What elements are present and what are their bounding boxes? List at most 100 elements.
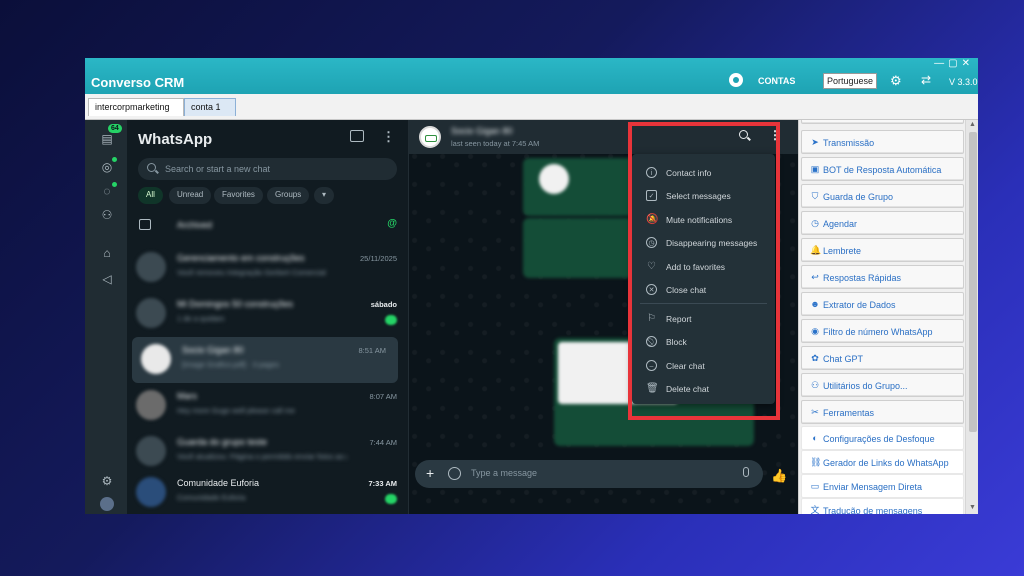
panel-button-transmissao[interactable]: ➤ Transmissão xyxy=(801,130,964,154)
sticker-icon[interactable] xyxy=(448,467,461,480)
reply-icon: ↩ xyxy=(811,272,819,282)
panel-button-chatgpt[interactable]: ✿ Chat GPT xyxy=(801,346,964,370)
archive-icon xyxy=(139,219,151,230)
chat-avatar xyxy=(136,298,166,328)
panel-button-agendar[interactable]: ◷ Agendar xyxy=(801,211,964,235)
app-window: Converso CRM CONTAS Portuguese ⚙ ⇄ V 3.3… xyxy=(85,58,978,514)
filter-groups[interactable]: Groups xyxy=(267,187,310,204)
panel-link-traducao[interactable]: 文 Tradução de mensagens xyxy=(801,498,964,514)
scrollbar-thumb[interactable] xyxy=(969,132,977,432)
chat-snippet: [Image Grafico.pdf] · 3 pages xyxy=(182,360,280,369)
chat-avatar xyxy=(141,344,171,374)
megaphone-icon[interactable]: ◁ xyxy=(99,272,115,286)
chat-row[interactable]: Mars Hey more Gugo well please call me 8… xyxy=(127,383,409,429)
panel-button-lembrete[interactable]: 🔔 Lembrete xyxy=(801,238,964,262)
panel-scrollbar[interactable]: ▲ ▼ xyxy=(965,120,978,514)
window-controls[interactable]: —▢✕ xyxy=(934,58,974,69)
title-bar: Converso CRM CONTAS Portuguese ⚙ ⇄ V 3.3… xyxy=(85,58,978,94)
chat-avatar xyxy=(136,252,166,282)
version-label: V 3.3.0 xyxy=(949,77,978,87)
crm-tools-panel: ➤ Transmissão ▣ BOT de Resposta Automática… xyxy=(798,120,978,514)
search-icon xyxy=(147,163,156,172)
filter-more[interactable]: ▾ xyxy=(314,187,335,204)
unread-count xyxy=(385,315,397,325)
archived-label: Archived xyxy=(177,220,213,230)
app-title: Converso CRM xyxy=(91,75,185,90)
gear-icon[interactable]: ⚙ xyxy=(890,73,902,89)
thumbs-up-icon[interactable]: 👍 xyxy=(771,468,787,484)
channels-dot xyxy=(112,182,117,187)
tab-conta-1[interactable]: conta 1 xyxy=(184,98,236,116)
filter-icon: ◉ xyxy=(811,326,819,336)
scroll-down-icon[interactable]: ▼ xyxy=(969,504,976,511)
mention-badge: @ xyxy=(387,218,397,229)
link-preview-image xyxy=(539,164,569,194)
user-icon: ☻ xyxy=(810,299,820,309)
last-seen: last seen today at 7:45 AM xyxy=(451,139,540,148)
status-icon[interactable]: ◎ xyxy=(99,160,115,174)
chat-avatar xyxy=(136,436,166,466)
chat-row[interactable]: Guarda do grupo teste Você atualizou: Pá… xyxy=(127,429,409,475)
new-chat-icon[interactable] xyxy=(350,130,364,142)
mic-icon[interactable] xyxy=(743,467,749,477)
bot-icon: ▣ xyxy=(810,164,820,174)
chat-snippet: Comunidade Euforia xyxy=(177,493,246,502)
search-input[interactable]: Search or start a new chat xyxy=(138,158,397,180)
contact-avatar[interactable] xyxy=(419,126,441,148)
message-composer[interactable]: + Type a message xyxy=(415,460,763,488)
profile-avatar[interactable] xyxy=(100,497,114,511)
chat-row[interactable]: Comunidade Euforia Comunidade Euforia 7:… xyxy=(127,470,409,514)
chat-row[interactable]: Gerenciamento em construções Você remove… xyxy=(127,245,409,291)
panel-link-gerador[interactable]: ⛓ Gerador de Links do WhatsApp xyxy=(801,450,964,474)
community-name: Comunidade Euforia xyxy=(177,478,260,488)
contas-button[interactable]: CONTAS xyxy=(758,76,795,86)
tab-intercorpmarketing[interactable]: intercorpmarketing xyxy=(88,98,184,116)
chat-time: sábado xyxy=(370,300,397,309)
unread-count xyxy=(385,494,397,504)
swap-icon[interactable]: ⇄ xyxy=(921,73,931,87)
status-dot xyxy=(112,157,117,162)
chat-time: 8:07 AM xyxy=(369,392,397,401)
link-icon: ⛓ xyxy=(810,457,822,467)
chat-time: 7:33 AM xyxy=(368,479,397,488)
panel-button-utilitarios[interactable]: ⚇ Utilitários do Grupo... xyxy=(801,373,964,397)
settings-icon[interactable]: ⚙ xyxy=(99,474,115,488)
search-placeholder: Search or start a new chat xyxy=(165,164,271,174)
chat-time: 8:51 AM xyxy=(358,346,386,355)
archived-row[interactable]: Archived @ xyxy=(127,215,409,241)
group-icon: ⚇ xyxy=(810,380,820,390)
panel-button-filtro[interactable]: ◉ Filtro de número WhatsApp xyxy=(801,319,964,343)
panel-button-bot[interactable]: ▣ BOT de Resposta Automática xyxy=(801,157,964,181)
scroll-up-icon[interactable]: ▲ xyxy=(969,121,976,128)
panel-button-ferramentas[interactable]: ✂ Ferramentas xyxy=(801,400,964,424)
menu-icon[interactable]: ⋮ xyxy=(382,129,395,145)
store-icon[interactable]: ⌂ xyxy=(99,246,115,260)
filter-unread[interactable]: Unread xyxy=(169,187,212,204)
panel-button-hidden[interactable] xyxy=(801,120,964,124)
filter-favorites[interactable]: Favorites xyxy=(214,187,263,204)
panel-link-enviar[interactable]: ▭ Enviar Mensagem Direta xyxy=(801,474,964,498)
panel-button-respostas[interactable]: ↩ Respostas Rápidas xyxy=(801,265,964,289)
attach-icon[interactable]: + xyxy=(426,465,434,481)
panel-button-extrator[interactable]: ☻ Extrator de Dados xyxy=(801,292,964,316)
send-icon: ➤ xyxy=(811,137,819,147)
chat-row-selected[interactable]: Socio Gigan 80 [Image Grafico.pdf] · 3 p… xyxy=(132,337,398,383)
chat-name: Mars xyxy=(177,391,197,401)
filter-all[interactable]: All xyxy=(138,187,163,204)
clock-icon: ◷ xyxy=(811,218,819,228)
message-input[interactable]: Type a message xyxy=(471,468,537,478)
blur-icon: ◐ xyxy=(812,433,818,443)
language-select[interactable]: Portuguese xyxy=(823,73,877,89)
chat-row[interactable]: Mi Domingos 50 construções 1 de a quidam… xyxy=(127,291,409,337)
chat-snippet: Você removeu Integração Gerbert Comercia… xyxy=(177,268,326,277)
chat-name: Socio Gigan 80 xyxy=(182,345,244,355)
whatsapp-icon[interactable] xyxy=(729,73,743,87)
message-icon: ▭ xyxy=(810,481,820,491)
panel-button-guarda-grupo[interactable]: ⛉ Guarda de Grupo xyxy=(801,184,964,208)
chat-list-pane: WhatsApp ⋮ Search or start a new chat Al… xyxy=(127,120,409,514)
nav-rail: ▤ 64 ◎ ◌ ⚇ ⌂ ◁ ⚙ xyxy=(85,120,127,514)
translate-icon: 文 xyxy=(810,505,820,514)
communities-icon[interactable]: ⚇ xyxy=(99,208,115,222)
panel-link-desfoque[interactable]: ◐ Configurações de Desfoque xyxy=(801,426,964,450)
chats-icon[interactable]: ▤ xyxy=(99,132,115,146)
